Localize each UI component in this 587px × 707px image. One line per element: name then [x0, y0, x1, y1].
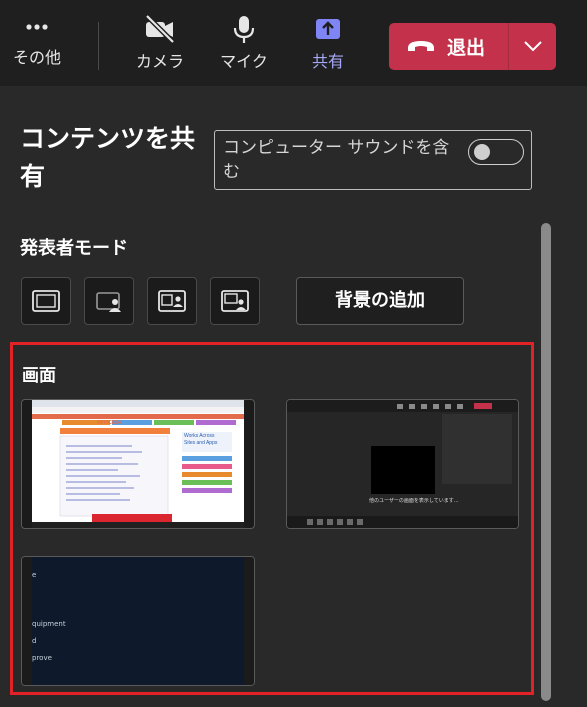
screen-thumbnail-3[interactable]: e quipment d prove [21, 556, 255, 686]
hang-up-icon [408, 41, 434, 51]
dark-preview-line-4: prove [32, 654, 52, 662]
add-background-button[interactable]: 背景の追加 [296, 277, 464, 325]
share-button[interactable]: 共有 [300, 14, 356, 72]
more-button[interactable]: その他 [8, 14, 66, 68]
screen-thumbnail-2[interactable]: 他のユーザーの画面を表示しています... [286, 399, 519, 529]
toggle-knob [474, 144, 490, 160]
mic-label: マイク [220, 52, 268, 71]
dark-preview-line-1: e [32, 571, 37, 579]
dark-preview-line-3: d [32, 637, 37, 645]
screen-thumbnail-1[interactable]: OFFICE54 Works Across Sites and Apps [21, 399, 255, 529]
share-tray-icon [316, 19, 340, 39]
panel-scrollbar[interactable] [541, 223, 551, 701]
computer-sound-option[interactable]: コンピューター サウンドを含む [214, 130, 532, 190]
browser-side-line-2: Sites and Apps [184, 440, 218, 446]
share-label: 共有 [311, 52, 344, 71]
computer-sound-toggle[interactable] [468, 139, 524, 165]
screen-heading: 画面 [22, 366, 56, 386]
presenter-mode-content-only[interactable] [21, 277, 71, 325]
presenter-mode-heading: 発表者モード [20, 238, 128, 259]
leave-label: 退出 [447, 37, 486, 59]
reporter-icon [221, 290, 249, 312]
screen-preview-teams [287, 400, 518, 528]
meeting-toolbar: その他 カメラ マイク 共有 退出 [0, 0, 587, 86]
side-by-side-icon [158, 290, 186, 312]
presenter-mode-standout[interactable] [84, 277, 134, 325]
teams-preview-caption: 他のユーザーの画面を表示しています... [369, 498, 459, 504]
browser-banner-text: OFFICE54 [97, 420, 121, 426]
panel-title: コンテンツを共有 [20, 124, 196, 191]
computer-sound-label: コンピューター サウンドを含む [223, 138, 450, 182]
more-label: その他 [12, 48, 61, 67]
camera-label: カメラ [135, 52, 184, 71]
leave-button[interactable]: 退出 [389, 23, 508, 70]
microphone-icon [233, 16, 255, 43]
presenter-mode-side-by-side[interactable] [147, 277, 197, 325]
screen-preview-browser [32, 400, 244, 528]
content-only-icon [32, 290, 60, 312]
browser-side-line-1: Works Across [184, 433, 215, 439]
chevron-down-icon [524, 41, 542, 52]
standout-icon [96, 292, 121, 312]
leave-options-button[interactable] [509, 23, 556, 70]
camera-off-icon [145, 14, 175, 44]
presenter-mode-reporter[interactable] [210, 277, 260, 325]
dark-preview-line-2: quipment [32, 620, 66, 628]
leave-control: 退出 [389, 23, 556, 70]
camera-button[interactable]: カメラ [130, 14, 190, 72]
more-icon [26, 24, 48, 30]
toolbar-divider [98, 22, 99, 70]
mic-button[interactable]: マイク [214, 14, 274, 72]
